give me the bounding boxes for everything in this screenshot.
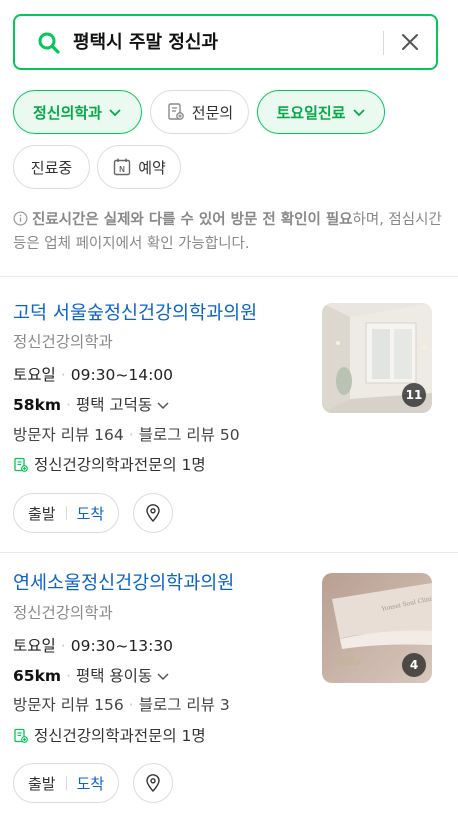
- arrive-button[interactable]: 도착: [77, 503, 105, 524]
- filter-chip-label: 토요일진료: [276, 103, 346, 122]
- photo-count-badge: 4: [402, 653, 426, 677]
- location: 평택 고덕동: [75, 396, 153, 414]
- place-photo[interactable]: Yonsei Soul Clinic Ello 4: [322, 573, 432, 683]
- hours-notice: 진료시간은 실제와 다를 수 있어 방문 전 확인이 필요하며, 점심시간 등은…: [13, 208, 443, 256]
- blog-reviews[interactable]: 블로그 리뷰 50: [139, 426, 240, 444]
- start-button[interactable]: 출발: [28, 773, 56, 794]
- search-divider: [383, 31, 384, 55]
- svg-text:Ello: Ello: [339, 657, 360, 668]
- arrive-button[interactable]: 도착: [77, 773, 105, 794]
- route-divider: [65, 506, 67, 520]
- result-card: 연세소울정신건강의학과의원 정신건강의학과 토요일 · 09:30~13:30 65…: [0, 549, 458, 819]
- hours-day: 토요일: [13, 637, 56, 655]
- distance: 65km: [13, 667, 62, 685]
- result-card: 고덕 서울숲정신건강의학과의원 정신건강의학과 토요일 · 09:30~14:00 …: [0, 277, 458, 552]
- map-pin-button[interactable]: [133, 763, 173, 803]
- notice-bold-text: 진료시간은 실제와 다를 수 있어 방문 전 확인이 필요: [32, 212, 353, 228]
- blog-reviews[interactable]: 블로그 리뷰 3: [139, 696, 230, 714]
- map-pin-button[interactable]: [133, 493, 173, 533]
- specialist-text: 정신건강의학과전문의 1명: [34, 727, 206, 745]
- business-hours: 토요일 · 09:30~13:30: [13, 637, 174, 655]
- filter-chip-saturday[interactable]: 토요일진료: [257, 90, 385, 134]
- hours-time: 09:30~14:00: [70, 366, 174, 384]
- map-pin-icon: [146, 504, 160, 523]
- place-category: 정신건강의학과: [13, 604, 113, 622]
- business-hours: 토요일 · 09:30~14:00: [13, 366, 174, 384]
- visitor-reviews[interactable]: 방문자 리뷰 164: [13, 426, 124, 444]
- search-icon: [38, 32, 60, 54]
- route-button[interactable]: 출발 도착: [13, 493, 120, 533]
- close-icon[interactable]: [398, 30, 422, 54]
- specialist-text: 정신건강의학과전문의 1명: [34, 456, 206, 474]
- specialist-info: 정신건강의학과전문의 1명: [13, 725, 206, 747]
- specialist-icon: [14, 457, 28, 472]
- specialist-info: 정신건강의학과전문의 1명: [13, 454, 206, 476]
- chevron-down-icon: [157, 673, 169, 681]
- place-name[interactable]: 연세소울정신건강의학과의원: [13, 571, 234, 597]
- hours-time: 09:30~13:30: [70, 637, 174, 655]
- filter-chip-booking[interactable]: N 예약: [97, 145, 181, 189]
- start-button[interactable]: 출발: [28, 503, 56, 524]
- place-category: 정신건강의학과: [13, 333, 113, 351]
- distance-row[interactable]: 65km · 평택 용이동: [13, 665, 170, 687]
- chevron-down-icon: [157, 402, 169, 410]
- search-input[interactable]: 평택시 주말 정신과: [73, 30, 218, 56]
- filter-chip-psychiatry[interactable]: 정신의학과: [13, 90, 142, 134]
- filter-chip-label: 진료중: [30, 158, 73, 177]
- map-pin-icon: [146, 774, 160, 793]
- route-divider: [65, 776, 67, 790]
- location: 평택 용이동: [75, 667, 153, 685]
- search-box[interactable]: 평택시 주말 정신과: [13, 14, 438, 70]
- review-counts: 방문자 리뷰 156 · 블로그 리뷰 3: [13, 696, 230, 714]
- filter-chip-label: 정신의학과: [32, 103, 102, 122]
- naver-booking-icon: N: [113, 158, 131, 176]
- filter-chip-open-now[interactable]: 진료중: [13, 145, 90, 189]
- photo-count-badge: 11: [402, 383, 426, 407]
- review-counts: 방문자 리뷰 164 · 블로그 리뷰 50: [13, 426, 240, 444]
- specialist-icon: [14, 728, 28, 743]
- route-button[interactable]: 출발 도착: [13, 763, 120, 803]
- specialist-icon: [168, 103, 184, 120]
- place-photo[interactable]: 11: [322, 303, 432, 413]
- visitor-reviews[interactable]: 방문자 리뷰 156: [13, 696, 124, 714]
- chevron-down-icon: [352, 109, 365, 117]
- info-icon: [13, 211, 28, 226]
- hours-day: 토요일: [13, 366, 56, 384]
- chevron-down-icon: [109, 109, 121, 117]
- filter-chip-specialist[interactable]: 전문의: [150, 90, 249, 134]
- distance-row[interactable]: 58km · 평택 고덕동: [13, 394, 170, 416]
- place-name[interactable]: 고덕 서울숲정신건강의학과의원: [13, 301, 257, 327]
- distance: 58km: [13, 396, 62, 414]
- filter-chip-label: 예약: [138, 158, 166, 177]
- filter-chip-label: 전문의: [191, 103, 234, 122]
- svg-text:N: N: [119, 165, 125, 174]
